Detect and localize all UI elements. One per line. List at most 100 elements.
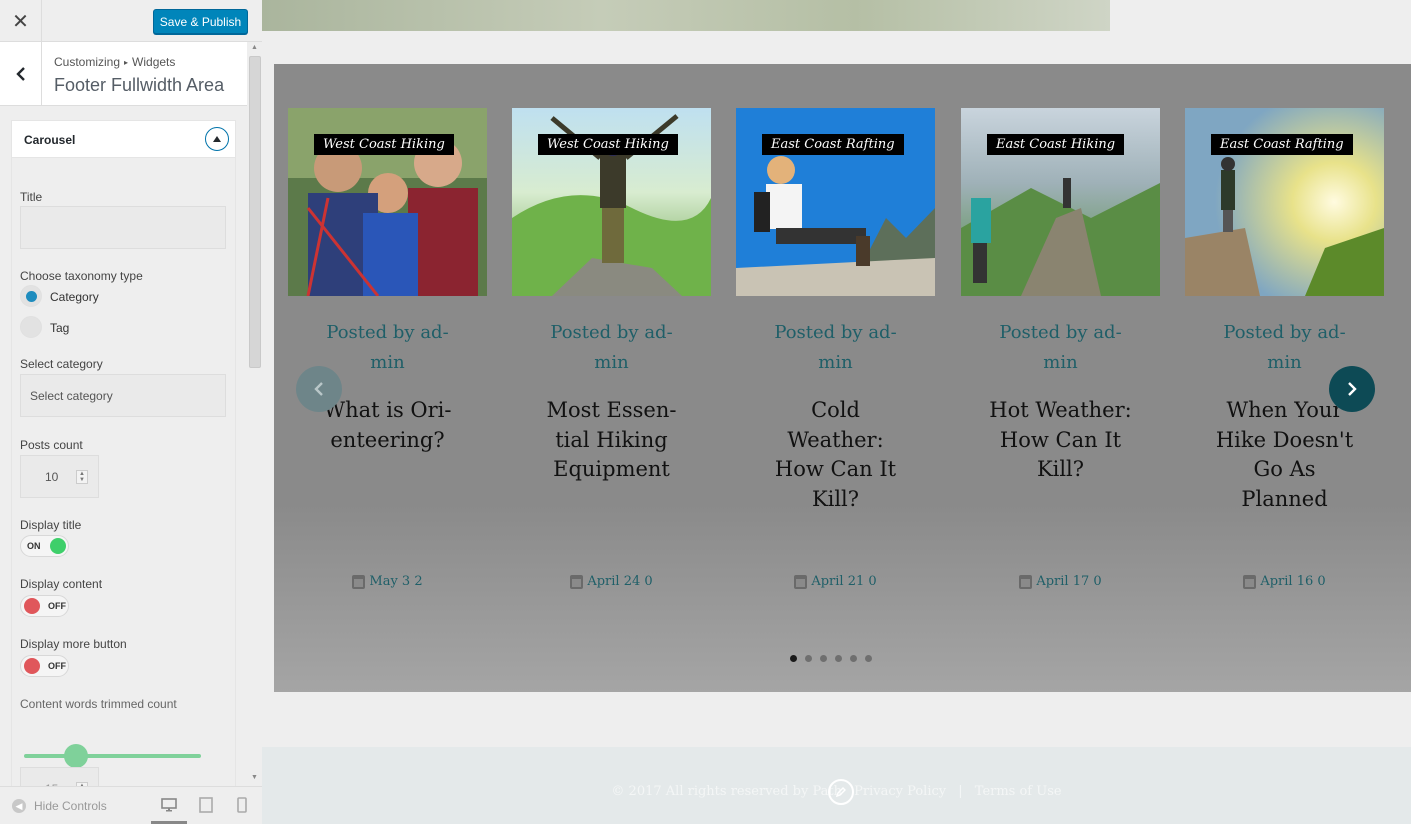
edit-shortcut-button[interactable] — [828, 779, 854, 805]
radio-tag[interactable] — [20, 316, 42, 338]
display-more-toggle[interactable]: OFF — [20, 655, 69, 677]
widget-header[interactable]: Carousel — [12, 121, 235, 158]
post-thumbnail[interactable]: West Coast Hiking — [512, 108, 711, 296]
post-title-line: Weather: — [787, 427, 884, 452]
spinner-icon[interactable]: ▲▼ — [76, 470, 88, 484]
post-title[interactable]: When Your Hike Doesn't Go As Planned — [1185, 396, 1384, 514]
posts-count-input[interactable]: 10 ▲ ▼ — [20, 455, 99, 498]
carousel-dot[interactable] — [835, 655, 842, 662]
title-input[interactable] — [20, 206, 226, 249]
privacy-link[interactable]: Privacy Policy — [854, 784, 946, 799]
site-footer: © 2017 All rights reserved by Path Priva… — [262, 747, 1411, 824]
toggle-knob — [50, 538, 66, 554]
footer-separator: | — [958, 784, 963, 799]
post-title-line: Go As — [1253, 457, 1316, 481]
carousel-dot[interactable] — [865, 655, 872, 662]
display-content-toggle[interactable]: OFF — [20, 595, 69, 617]
post-title-line: Planned — [1241, 486, 1328, 511]
carousel-prev-button[interactable] — [296, 366, 342, 412]
post-thumbnail[interactable]: East Coast Rafting — [1185, 108, 1384, 296]
post-author[interactable]: Posted by ad-min — [961, 318, 1160, 378]
post-category-tag[interactable]: West Coast Hiking — [538, 134, 678, 155]
post-author-line: min — [594, 352, 629, 373]
breadcrumb-root: Customizing — [54, 55, 121, 69]
post-title-line: Hot Weather: — [989, 398, 1132, 422]
post-title-line: Cold — [811, 398, 860, 422]
breadcrumb-arrow-icon: ▸ — [124, 58, 129, 67]
post-date-text: April 21 0 — [811, 574, 877, 589]
post-title-line: Most Essen- — [546, 398, 677, 422]
post-date-text: May 3 2 — [369, 574, 423, 589]
controls-scroll-area[interactable]: Carousel Title Choose taxonomy type Cate… — [0, 106, 247, 786]
trim-slider-handle[interactable] — [64, 744, 88, 768]
terms-link[interactable]: Terms of Use — [975, 784, 1062, 799]
posts-count-value: 10 — [45, 470, 59, 484]
post-category-tag[interactable]: East Coast Rafting — [1211, 134, 1353, 155]
calendar-icon — [570, 574, 584, 589]
chevron-left-icon — [314, 382, 323, 396]
post-date-text: April 16 0 — [1260, 574, 1326, 589]
carousel-dot[interactable] — [820, 655, 827, 662]
sidebar-scrollbar[interactable]: ▲ ▼ — [248, 42, 262, 786]
post-author-line: Posted by ad- — [999, 322, 1122, 343]
post-title-line: Hike Doesn't — [1215, 427, 1354, 452]
save-publish-button[interactable]: Save & Publish — [153, 9, 248, 34]
post-title[interactable]: Cold Weather: How Can It Kill? — [736, 396, 935, 514]
post-title[interactable]: Most Essen- tial Hiking Equipment — [512, 396, 711, 485]
carousel-pagination — [790, 655, 872, 662]
calendar-icon — [1019, 574, 1033, 589]
post-title-line: Kill? — [1036, 457, 1085, 481]
radio-category-label: Category — [50, 290, 99, 304]
scroll-down-icon[interactable]: ▼ — [251, 774, 258, 781]
carousel-widget: Carousel Title Choose taxonomy type Cate… — [11, 120, 236, 786]
post-author[interactable]: Posted by ad-min — [512, 318, 711, 378]
trim-slider[interactable] — [24, 754, 201, 758]
post-date: April 17 0 — [961, 574, 1160, 589]
category-label: Select category — [20, 357, 103, 371]
post-date: April 21 0 — [736, 574, 935, 589]
toggle-state: OFF — [48, 601, 66, 611]
customizer-header: ✕ Save & Publish — [0, 0, 262, 42]
post-category-tag[interactable]: East Coast Hiking — [987, 134, 1125, 155]
post-thumbnail[interactable]: West Coast Hiking — [288, 108, 487, 296]
post-author[interactable]: Posted by ad-min — [736, 318, 935, 378]
post-category-tag[interactable]: West Coast Hiking — [314, 134, 454, 155]
post-date-text: April 17 0 — [1036, 574, 1102, 589]
post-title[interactable]: Hot Weather: How Can It Kill? — [961, 396, 1160, 485]
widget-collapse-button[interactable] — [205, 127, 229, 151]
radio-category[interactable] — [20, 285, 42, 307]
post-title-line: enteering? — [330, 427, 445, 452]
scrollbar-thumb[interactable] — [249, 56, 261, 368]
hide-controls-button[interactable]: ◀ Hide Controls — [12, 799, 107, 813]
customizer-sidebar: ✕ Save & Publish Customizing ▸ Widgets Foo… — [0, 0, 262, 824]
post-author-line: Posted by ad- — [1223, 322, 1346, 343]
post-date: April 24 0 — [512, 574, 711, 589]
post-thumbnail[interactable]: East Coast Hiking — [961, 108, 1160, 296]
breadcrumb: Customizing ▸ Widgets — [54, 55, 175, 69]
carousel-next-button[interactable] — [1329, 366, 1375, 412]
display-title-toggle[interactable]: ON — [20, 535, 69, 557]
scroll-up-icon[interactable]: ▲ — [251, 44, 258, 51]
post-thumbnail[interactable]: East Coast Rafting — [736, 108, 935, 296]
widget-form: Title Choose taxonomy type Category Tag … — [12, 158, 235, 786]
trim-count-input[interactable]: 15 ▲▼ — [20, 767, 99, 786]
close-icon[interactable]: ✕ — [0, 0, 42, 42]
desktop-preview-icon[interactable] — [161, 797, 177, 813]
mobile-preview-icon[interactable] — [234, 797, 250, 813]
carousel-dot[interactable] — [790, 655, 797, 662]
post-category-tag[interactable]: East Coast Rafting — [762, 134, 904, 155]
post-title-line: tial Hiking — [555, 427, 668, 452]
category-select[interactable]: Select category — [20, 374, 226, 417]
hero-image-strip — [262, 0, 1110, 31]
calendar-icon — [1243, 574, 1257, 589]
post-title-line: Equipment — [553, 457, 670, 481]
section-title: Footer Fullwidth Area — [54, 75, 225, 95]
carousel-dot[interactable] — [850, 655, 857, 662]
carousel-dot[interactable] — [805, 655, 812, 662]
section-header: Customizing ▸ Widgets Footer Fullwidth Are… — [0, 42, 247, 106]
tablet-preview-icon[interactable] — [198, 797, 214, 813]
collapse-icon: ◀ — [12, 799, 26, 813]
post-date: April 16 0 — [1185, 574, 1384, 589]
back-button[interactable] — [0, 42, 42, 105]
post-author-line: min — [1043, 352, 1078, 373]
